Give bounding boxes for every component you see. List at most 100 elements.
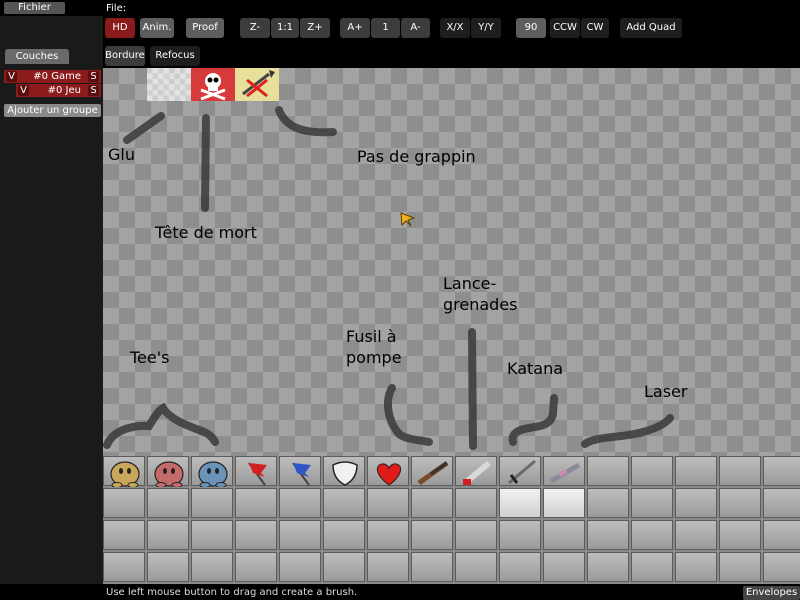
palette-tile[interactable] [587,552,629,582]
palette-tile[interactable] [455,488,497,518]
border-button[interactable]: Bordure [105,46,145,66]
palette-tile[interactable] [763,520,800,550]
palette-tile[interactable] [543,552,585,582]
armor-tile[interactable] [323,456,365,486]
grenade-tile[interactable] [455,456,497,486]
rotation-value[interactable]: 90 [516,18,546,38]
palette-tile[interactable] [587,456,629,486]
palette-tile[interactable] [763,456,800,486]
palette-tile[interactable] [323,552,365,582]
palette-tile[interactable] [279,488,321,518]
flip-x-button[interactable]: X/X [440,18,470,38]
palette-tile[interactable] [103,552,145,582]
tee-red-tile[interactable] [147,456,189,487]
speed-up-button[interactable]: A+ [340,18,370,38]
palette-tile[interactable] [719,456,761,486]
laser-rifle-icon [549,462,581,484]
red-flag-tile[interactable] [235,456,277,486]
proof-button[interactable]: Proof [186,18,224,38]
palette-tile[interactable] [411,520,453,550]
palette-tile[interactable] [191,552,233,582]
palette-tile[interactable] [499,488,541,518]
annotation-strokes [103,106,674,450]
palette-tile[interactable] [763,552,800,582]
rotate-cw-button[interactable]: CW [581,18,609,38]
palette-tile[interactable] [675,520,717,550]
rotate-ccw-button[interactable]: CCW [550,18,580,38]
palette-tile[interactable] [103,520,145,550]
palette-tile[interactable] [323,520,365,550]
palette-tile[interactable] [631,456,673,486]
palette-tile[interactable] [631,520,673,550]
tab-layers[interactable]: Couches [5,49,69,64]
palette-tile[interactable] [719,488,761,518]
palette-tile[interactable] [147,552,189,582]
shotgun-tile[interactable] [411,456,453,486]
palette-tile[interactable] [455,520,497,550]
palette-tile[interactable] [367,488,409,518]
palette-tile[interactable] [763,488,800,518]
palette-tile[interactable] [411,552,453,582]
palette-tile[interactable] [719,552,761,582]
shield-icon [332,461,358,486]
file-menu-button[interactable]: Fichier [4,2,65,14]
health-tile[interactable] [367,456,409,486]
palette-tile[interactable] [103,488,145,518]
palette-tile[interactable] [411,488,453,518]
zoom-in-button[interactable]: Z+ [300,18,330,38]
palette-tile[interactable] [191,488,233,518]
palette-tile[interactable] [367,552,409,582]
palette-tile[interactable] [499,520,541,550]
heart-icon [376,463,402,486]
hd-button[interactable]: HD [105,18,135,38]
layer-visibility-toggle[interactable]: V [6,71,17,82]
palette-tile[interactable] [235,488,277,518]
palette-tile[interactable] [235,520,277,550]
palette-tile[interactable] [543,520,585,550]
layer-row-jeu[interactable]: V #0 Jeu S [16,84,101,97]
add-group-button[interactable]: Ajouter un groupe [4,104,101,117]
palette-tile[interactable] [675,552,717,582]
layer-select-toggle[interactable]: S [88,85,99,96]
palette-tile[interactable] [675,456,717,486]
zoom-out-button[interactable]: Z- [240,18,270,38]
layer-row-game[interactable]: V #0 Game S [4,70,101,83]
palette-tile[interactable] [279,520,321,550]
tee-yellow-tile[interactable] [103,456,145,487]
animation-button[interactable]: Anim. [140,18,174,38]
palette-tile[interactable] [191,520,233,550]
palette-tile[interactable] [631,552,673,582]
label-shotgun: Fusil à pompe [346,327,402,367]
palette-tile[interactable] [587,488,629,518]
map-canvas[interactable]: Glu Pas de grappin Tête de mort Lance- g… [103,68,800,456]
layer-visibility-toggle[interactable]: V [18,85,29,96]
palette-tile[interactable] [455,552,497,582]
palette-tile[interactable] [587,520,629,550]
flip-y-button[interactable]: Y/Y [471,18,501,38]
palette-tile[interactable] [323,488,365,518]
palette-tile[interactable] [147,488,189,518]
palette-tile[interactable] [147,520,189,550]
palette-tile[interactable] [543,488,585,518]
tile-palette[interactable] [103,456,800,584]
laser-tile[interactable] [543,456,585,486]
tee-icon [198,461,228,487]
refocus-button[interactable]: Refocus [150,46,200,66]
palette-tile[interactable] [367,520,409,550]
tee-blue-tile[interactable] [191,456,233,487]
layer-select-toggle[interactable]: S [88,71,99,82]
palette-tile[interactable] [279,552,321,582]
add-quad-button[interactable]: Add Quad [620,18,682,38]
zoom-reset-button[interactable]: 1:1 [271,18,299,38]
palette-tile[interactable] [631,488,673,518]
tee-icon [110,461,140,487]
palette-tile[interactable] [719,520,761,550]
envelopes-button[interactable]: Envelopes [743,586,800,600]
palette-tile[interactable] [235,552,277,582]
palette-tile[interactable] [499,552,541,582]
katana-tile[interactable] [499,456,541,486]
speed-down-button[interactable]: A- [401,18,430,38]
status-text: Use left mouse button to drag and create… [106,587,358,598]
palette-tile[interactable] [675,488,717,518]
blue-flag-tile[interactable] [279,456,321,486]
